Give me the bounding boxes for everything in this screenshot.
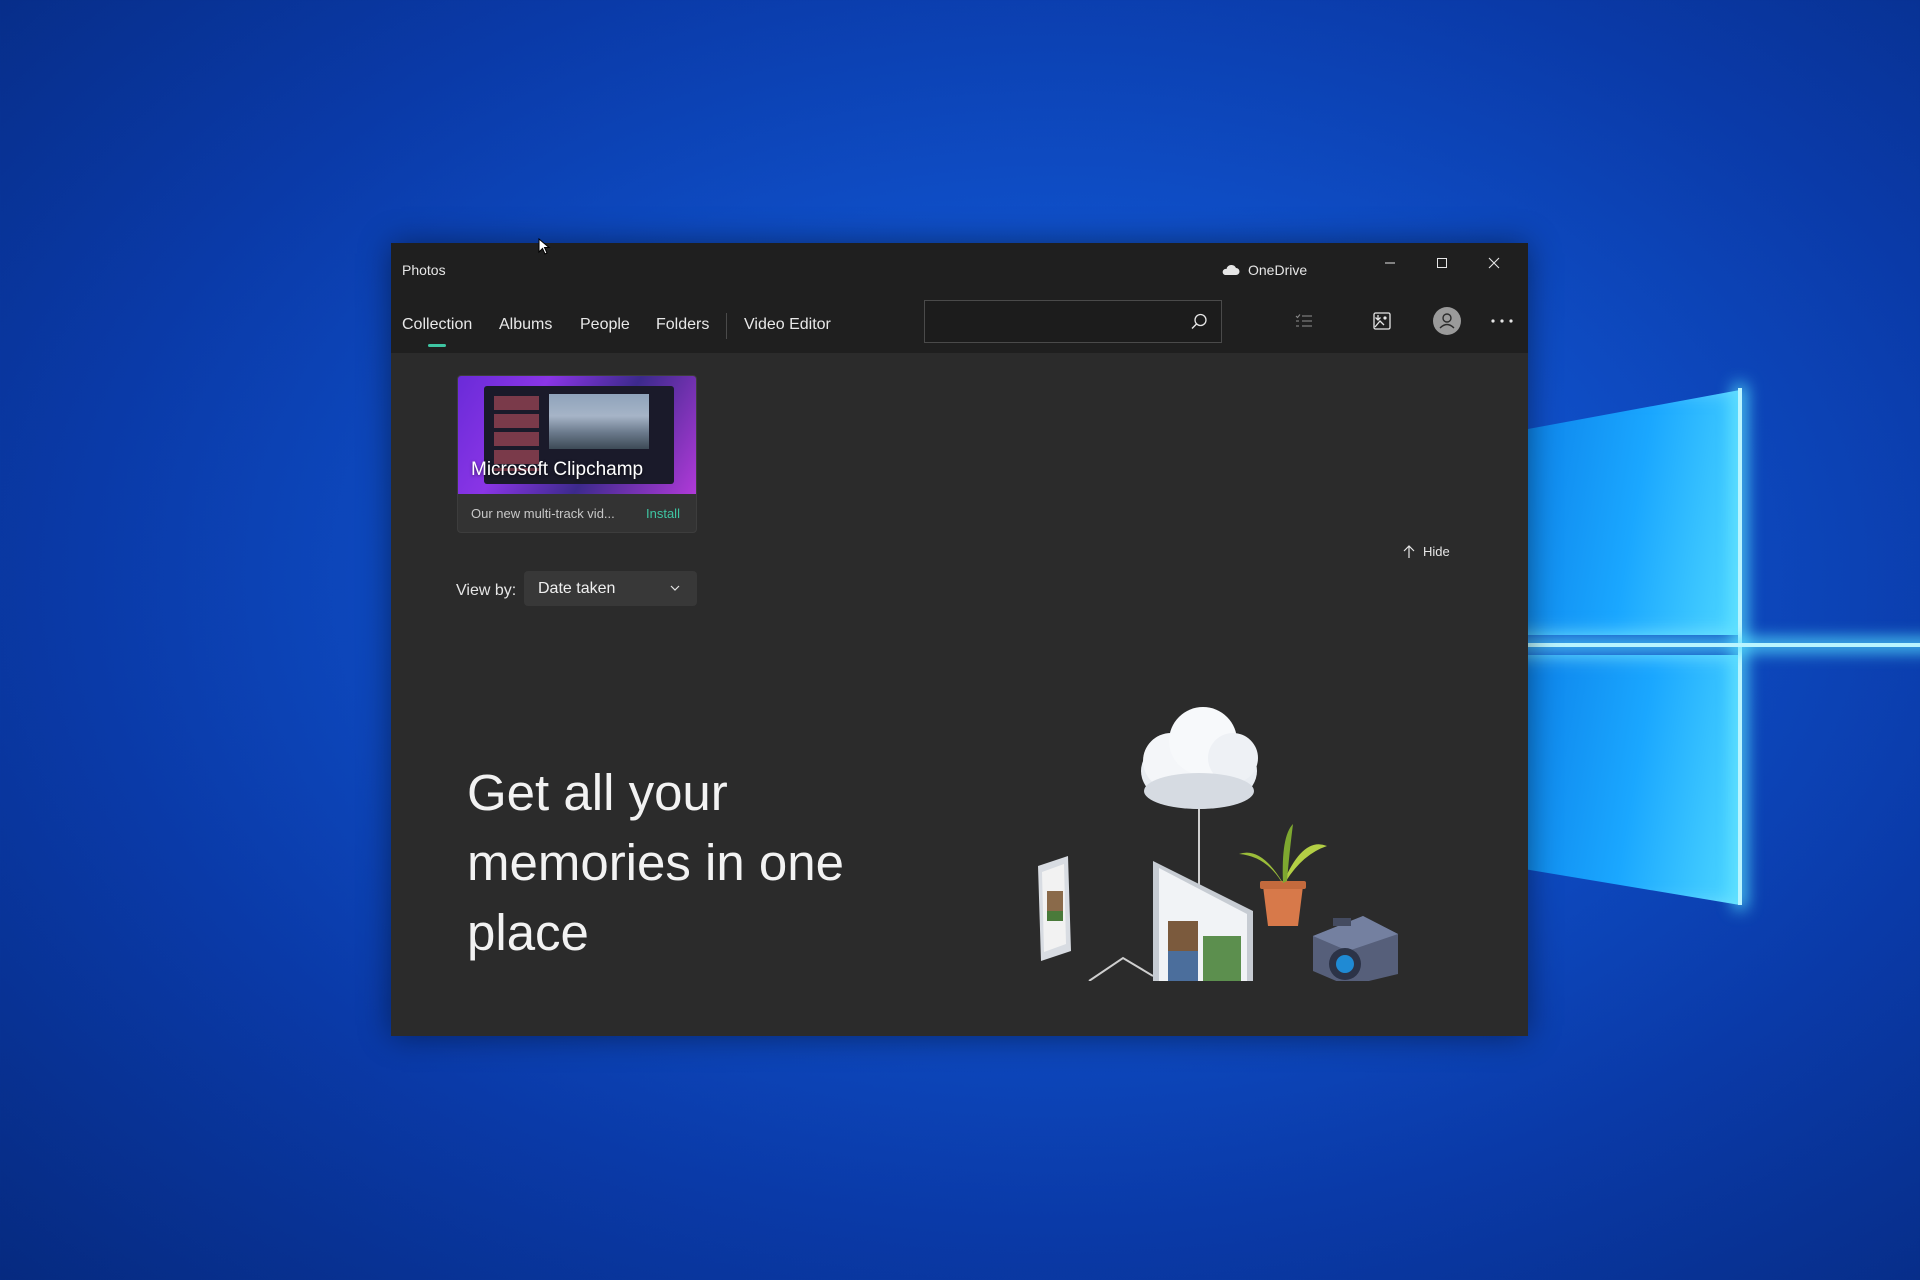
maximize-button[interactable]	[1419, 249, 1465, 277]
tab-video-editor[interactable]: Video Editor	[744, 316, 831, 334]
camera-illustration	[1313, 916, 1398, 981]
promo-title: Microsoft Clipchamp	[471, 459, 644, 480]
active-tab-indicator	[428, 344, 446, 347]
search-icon[interactable]	[1189, 312, 1209, 332]
hero-line-2: memories in one	[467, 834, 844, 891]
tab-collection[interactable]: Collection	[402, 316, 472, 334]
minimize-button[interactable]	[1367, 249, 1413, 277]
onedrive-label: OneDrive	[1248, 262, 1308, 278]
windows-logo-wallpaper	[1500, 360, 1920, 920]
select-button[interactable]	[1286, 303, 1322, 339]
account-icon	[1433, 307, 1461, 335]
onedrive-status[interactable]: OneDrive	[1220, 262, 1307, 278]
import-button[interactable]	[1364, 303, 1400, 339]
memories-illustration	[1038, 707, 1398, 981]
hero-line-1: Get all your	[467, 764, 728, 821]
import-icon	[1373, 312, 1391, 330]
collection-content: Microsoft Clipchamp Our new multi-track …	[391, 353, 1528, 1036]
tab-folders[interactable]: Folders	[656, 316, 709, 334]
chevron-down-icon	[670, 585, 680, 591]
cloud-icon	[1222, 264, 1240, 275]
view-by-label: View by:	[456, 582, 517, 599]
phone-illustration	[1038, 856, 1071, 961]
tab-people[interactable]: People	[580, 316, 630, 334]
hide-button[interactable]: Hide	[1403, 544, 1450, 559]
nav-bar: Collection Albums People Folders Video E…	[391, 283, 1528, 353]
hide-label: Hide	[1423, 544, 1450, 559]
more-icon	[1491, 319, 1513, 323]
select-icon	[1295, 314, 1312, 327]
photos-window: Photos OneDrive Collection Albums People…	[391, 243, 1528, 1036]
arrow-up-icon	[1403, 544, 1415, 558]
title-bar[interactable]: Photos OneDrive	[391, 243, 1528, 283]
tab-albums[interactable]: Albums	[499, 316, 552, 334]
promo-description: Our new multi-track vid...	[471, 506, 615, 521]
more-options-button[interactable]	[1484, 303, 1520, 339]
app-title: Photos	[402, 262, 446, 278]
search-input[interactable]	[935, 311, 1179, 333]
view-by-value: Date taken	[538, 580, 616, 597]
laptop-illustration	[1153, 861, 1253, 981]
close-button[interactable]	[1471, 249, 1517, 277]
hero-heading: Get all your memories in one place	[467, 758, 887, 968]
minimize-icon	[1385, 262, 1395, 264]
search-box[interactable]	[924, 300, 1222, 343]
maximize-icon	[1437, 258, 1447, 268]
nav-divider	[726, 313, 727, 339]
cloud-illustration	[1141, 707, 1258, 809]
install-link[interactable]: Install	[646, 506, 680, 521]
clipchamp-promo-card[interactable]: Microsoft Clipchamp Our new multi-track …	[457, 375, 697, 533]
close-icon	[1488, 257, 1500, 269]
hero-line-3: place	[467, 904, 589, 961]
account-button[interactable]	[1429, 303, 1465, 339]
view-by-dropdown[interactable]: Date taken	[524, 571, 697, 606]
mouse-cursor	[538, 238, 551, 255]
